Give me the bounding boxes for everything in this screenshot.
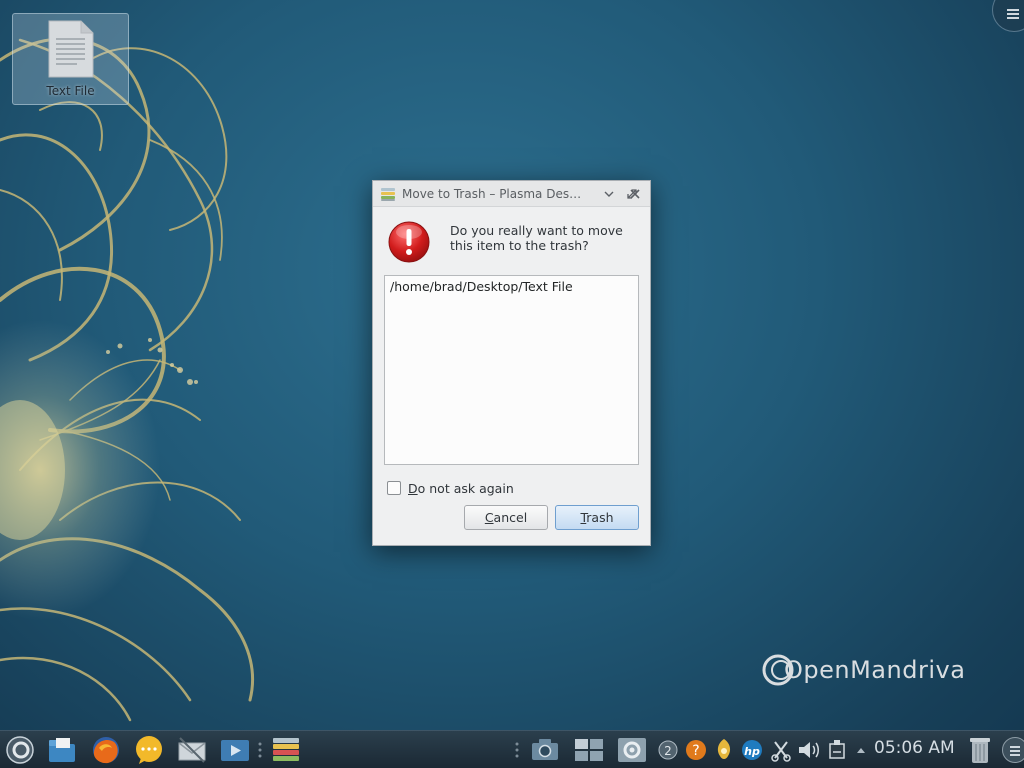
settings-icon[interactable] (616, 734, 648, 766)
expand-tray-icon[interactable] (854, 734, 868, 766)
warning-icon (388, 221, 430, 263)
text-file-icon (48, 20, 94, 78)
chevron-down-icon (604, 191, 614, 197)
clipboard-icon[interactable] (770, 734, 792, 766)
network-icon[interactable] (826, 734, 848, 766)
trash-can-icon[interactable] (964, 734, 996, 766)
trash-button[interactable]: Trash (555, 505, 639, 530)
minimize-button[interactable] (600, 185, 618, 203)
desktop-toolbox-button[interactable] (992, 0, 1024, 32)
mail-icon[interactable] (176, 734, 208, 766)
openmandriva-logo: OpenMandriva (760, 650, 980, 690)
volume-icon[interactable] (796, 734, 820, 766)
updates-icon[interactable] (712, 734, 736, 766)
help-icon[interactable]: ? (684, 734, 708, 766)
panel-toolbox-button[interactable] (1002, 737, 1024, 763)
package-manager-icon[interactable] (270, 734, 302, 766)
separator-dots-icon (258, 742, 262, 758)
hamburger-icon (1007, 9, 1019, 21)
cancel-button[interactable]: Cancel (464, 505, 548, 530)
close-button[interactable] (626, 185, 644, 203)
pager-icon[interactable] (573, 734, 605, 766)
firefox-icon[interactable] (90, 734, 122, 766)
screenshot-icon[interactable] (529, 734, 561, 766)
kickoff-icon[interactable] (4, 734, 36, 766)
chat-icon[interactable] (133, 734, 165, 766)
digital-clock[interactable]: 05:06 AM (874, 738, 955, 758)
checkbox-label: Do not ask again (408, 481, 514, 496)
separator-dots-icon (515, 742, 519, 758)
hamburger-icon (1010, 746, 1020, 756)
package-manager-icon (381, 188, 395, 201)
media-player-icon[interactable] (219, 734, 251, 766)
brand-text: OpenMandriva (784, 656, 966, 684)
confirmation-message: Do you really want to move this item to … (450, 223, 623, 253)
svg-text:hp: hp (744, 745, 760, 758)
hp-printer-icon[interactable]: hp (740, 734, 764, 766)
desktop-icon-label: Text File (46, 84, 95, 98)
taskbar-panel: 2 ? hp 05:06 AM (0, 730, 1024, 768)
close-icon (630, 189, 640, 199)
dialog-titlebar[interactable]: Move to Trash – Plasma Des… (373, 181, 650, 207)
svg-text:2: 2 (664, 744, 672, 758)
list-item[interactable]: /home/brad/Desktop/Text File (390, 279, 573, 294)
dialog-title: Move to Trash – Plasma Des… (402, 187, 582, 201)
item-list[interactable]: /home/brad/Desktop/Text File (384, 275, 639, 465)
svg-text:?: ? (692, 743, 699, 759)
checkbox-box[interactable] (387, 481, 401, 495)
move-to-trash-dialog: Move to Trash – Plasma Des… Do you reall… (372, 180, 651, 546)
notifications-icon[interactable]: 2 (657, 734, 679, 766)
desktop-icon-text-file[interactable]: Text File (12, 13, 129, 105)
file-manager-icon[interactable] (46, 734, 78, 766)
